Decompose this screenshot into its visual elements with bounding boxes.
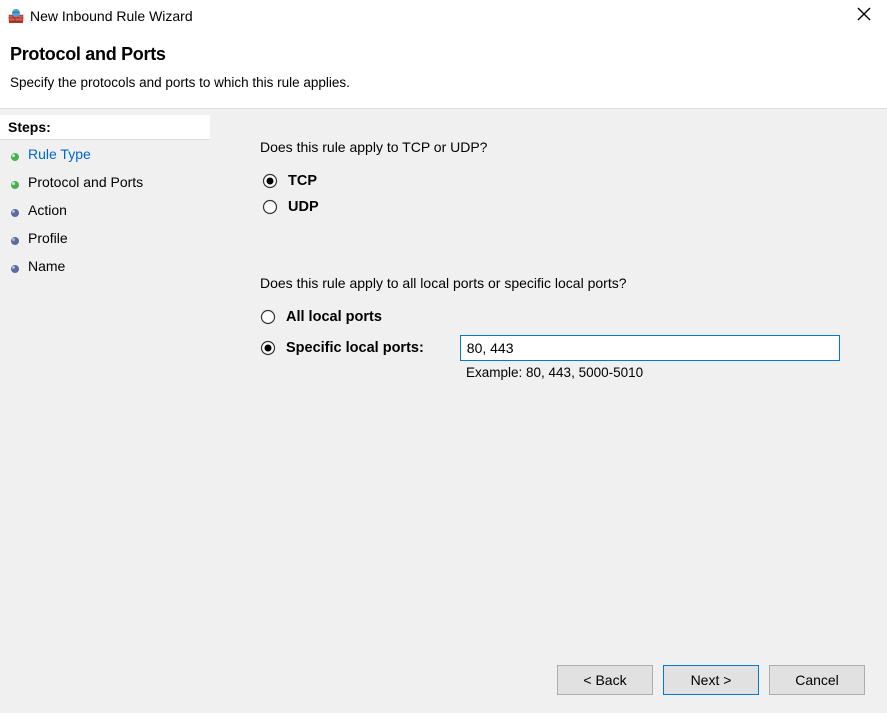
sidebar-item-label: Name [28, 258, 65, 274]
page-subtitle: Specify the protocols and ports to which… [10, 75, 877, 90]
step-bullet-icon [10, 177, 20, 187]
main-panel: Does this rule apply to TCP or UDP? TCP … [210, 108, 887, 713]
sidebar: Steps: Rule Type Protocol and Ports Acti… [0, 108, 210, 713]
titlebar: New Inbound Rule Wizard [0, 0, 887, 32]
ports-example-text: Example: 80, 443, 5000-5010 [466, 365, 857, 380]
page-title: Protocol and Ports [10, 44, 877, 65]
titlebar-left: New Inbound Rule Wizard [8, 8, 193, 24]
firewall-icon [8, 8, 24, 24]
sidebar-item-action[interactable]: Action [0, 196, 210, 224]
sidebar-item-label: Protocol and Ports [28, 174, 143, 190]
close-icon[interactable] [849, 3, 879, 30]
question-protocol: Does this rule apply to TCP or UDP? [260, 139, 857, 155]
radio-row-all-ports[interactable]: All local ports [260, 309, 857, 325]
sidebar-item-protocol-and-ports[interactable]: Protocol and Ports [0, 168, 210, 196]
sidebar-heading: Steps: [0, 115, 210, 140]
header: Protocol and Ports Specify the protocols… [0, 32, 887, 108]
radio-row-udp[interactable]: UDP [262, 199, 857, 215]
button-bar: < Back Next > Cancel [557, 665, 865, 695]
sidebar-item-name[interactable]: Name [0, 252, 210, 280]
radio-label-udp: UDP [288, 199, 319, 215]
radio-row-tcp[interactable]: TCP [262, 173, 857, 189]
radio-row-specific-ports[interactable]: Specific local ports: [260, 340, 424, 356]
sidebar-item-label: Rule Type [28, 146, 91, 162]
sidebar-item-profile[interactable]: Profile [0, 224, 210, 252]
radio-icon[interactable] [260, 340, 276, 356]
question-ports: Does this rule apply to all local ports … [260, 275, 857, 291]
body: Steps: Rule Type Protocol and Ports Acti… [0, 108, 887, 713]
step-bullet-icon [10, 205, 20, 215]
sidebar-item-label: Action [28, 202, 67, 218]
step-bullet-icon [10, 261, 20, 271]
radio-label-tcp: TCP [288, 173, 317, 189]
radio-label-specific-ports: Specific local ports: [286, 340, 424, 356]
sidebar-item-rule-type[interactable]: Rule Type [0, 140, 210, 168]
sidebar-item-label: Profile [28, 230, 68, 246]
radio-icon[interactable] [262, 173, 278, 189]
window-title: New Inbound Rule Wizard [30, 8, 193, 24]
specific-ports-input[interactable] [460, 335, 840, 361]
step-bullet-icon [10, 149, 20, 159]
radio-icon[interactable] [262, 199, 278, 215]
protocol-radio-group: TCP UDP [262, 173, 857, 225]
radio-label-all-ports: All local ports [286, 309, 382, 325]
next-button[interactable]: Next > [663, 665, 759, 695]
back-button[interactable]: < Back [557, 665, 653, 695]
step-bullet-icon [10, 233, 20, 243]
radio-icon[interactable] [260, 309, 276, 325]
ports-radio-group: All local ports Specific local ports: Ex… [260, 309, 857, 380]
cancel-button[interactable]: Cancel [769, 665, 865, 695]
